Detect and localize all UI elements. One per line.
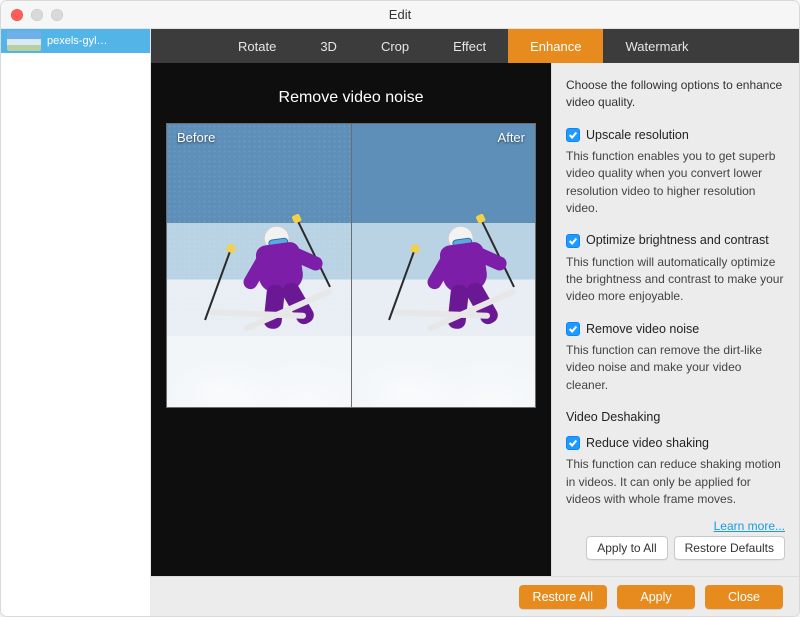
section-heading-deshaking: Video Deshaking (566, 408, 785, 426)
minimize-window-button[interactable] (31, 9, 43, 21)
option-desc: This function enables you to get superb … (566, 148, 785, 218)
skier-graphic (417, 226, 470, 301)
tab-watermark[interactable]: Watermark (603, 29, 710, 63)
skier-graphic (232, 226, 285, 301)
options-panel: Choose the following options to enhance … (551, 63, 799, 576)
after-frame: After (351, 124, 536, 407)
sidebar: pexels-gyl… (1, 29, 151, 616)
option-label: Reduce video shaking (586, 434, 709, 452)
option-brightness[interactable]: Optimize brightness and contrast (566, 231, 785, 249)
before-label: Before (177, 130, 215, 145)
option-label: Upscale resolution (586, 126, 689, 144)
tab-label: Enhance (530, 39, 581, 54)
before-after-compare: Before After (166, 123, 536, 408)
video-thumbnail-icon (7, 31, 41, 51)
option-desc: This function can reduce shaking motion … (566, 456, 785, 508)
tabbar: Rotate 3D Crop Effect Enhance Watermark (151, 29, 799, 63)
titlebar: Edit (1, 1, 799, 29)
main-area: Rotate 3D Crop Effect Enhance Watermark … (151, 29, 799, 616)
sidebar-item-video[interactable]: pexels-gyl… (1, 29, 150, 53)
tab-label: Watermark (625, 39, 688, 54)
learn-more-row: Learn more... (566, 518, 785, 535)
tab-label: 3D (320, 39, 337, 54)
tab-label: Effect (453, 39, 486, 54)
option-desc: This function will automatically optimiz… (566, 254, 785, 306)
apply-button[interactable]: Apply (617, 585, 695, 609)
zoom-window-button[interactable] (51, 9, 63, 21)
window-body: pexels-gyl… Rotate 3D Crop Effect Enhanc… (1, 29, 799, 616)
tab-label: Rotate (238, 39, 276, 54)
option-label: Remove video noise (586, 320, 699, 338)
option-upscale[interactable]: Upscale resolution (566, 126, 785, 144)
close-button[interactable]: Close (705, 585, 783, 609)
tab-label: Crop (381, 39, 409, 54)
window-controls (11, 9, 63, 21)
option-label: Optimize brightness and contrast (586, 231, 769, 249)
tab-enhance[interactable]: Enhance (508, 29, 603, 63)
tab-crop[interactable]: Crop (359, 29, 431, 63)
edit-window: Edit pexels-gyl… Rotate 3D Crop Effect E… (0, 0, 800, 617)
restore-defaults-button[interactable]: Restore Defaults (674, 536, 785, 560)
tab-effect[interactable]: Effect (431, 29, 508, 63)
checkbox-checked-icon[interactable] (566, 436, 580, 450)
sidebar-item-label: pexels-gyl… (47, 35, 108, 47)
close-window-button[interactable] (11, 9, 23, 21)
checkbox-checked-icon[interactable] (566, 128, 580, 142)
option-remove-noise[interactable]: Remove video noise (566, 320, 785, 338)
panel-intro: Choose the following options to enhance … (566, 77, 785, 112)
before-frame: Before (167, 124, 351, 407)
window-title: Edit (1, 7, 799, 22)
checkbox-checked-icon[interactable] (566, 322, 580, 336)
checkbox-checked-icon[interactable] (566, 234, 580, 248)
preview-pane: Remove video noise Before (151, 63, 551, 576)
tab-rotate[interactable]: Rotate (216, 29, 298, 63)
apply-to-all-button[interactable]: Apply to All (586, 536, 667, 560)
option-desc: This function can remove the dirt-like v… (566, 342, 785, 394)
option-reduce-shaking[interactable]: Reduce video shaking (566, 434, 785, 452)
tabbar-spacer (151, 29, 216, 63)
preview-heading: Remove video noise (279, 89, 424, 107)
learn-more-link[interactable]: Learn more... (714, 519, 785, 533)
content-row: Remove video noise Before (151, 63, 799, 576)
tab-3d[interactable]: 3D (298, 29, 359, 63)
restore-all-button[interactable]: Restore All (519, 585, 607, 609)
footer-bar: Restore All Apply Close (151, 576, 799, 616)
panel-secondary-buttons: Apply to All Restore Defaults (566, 536, 785, 560)
after-label: After (498, 130, 525, 145)
